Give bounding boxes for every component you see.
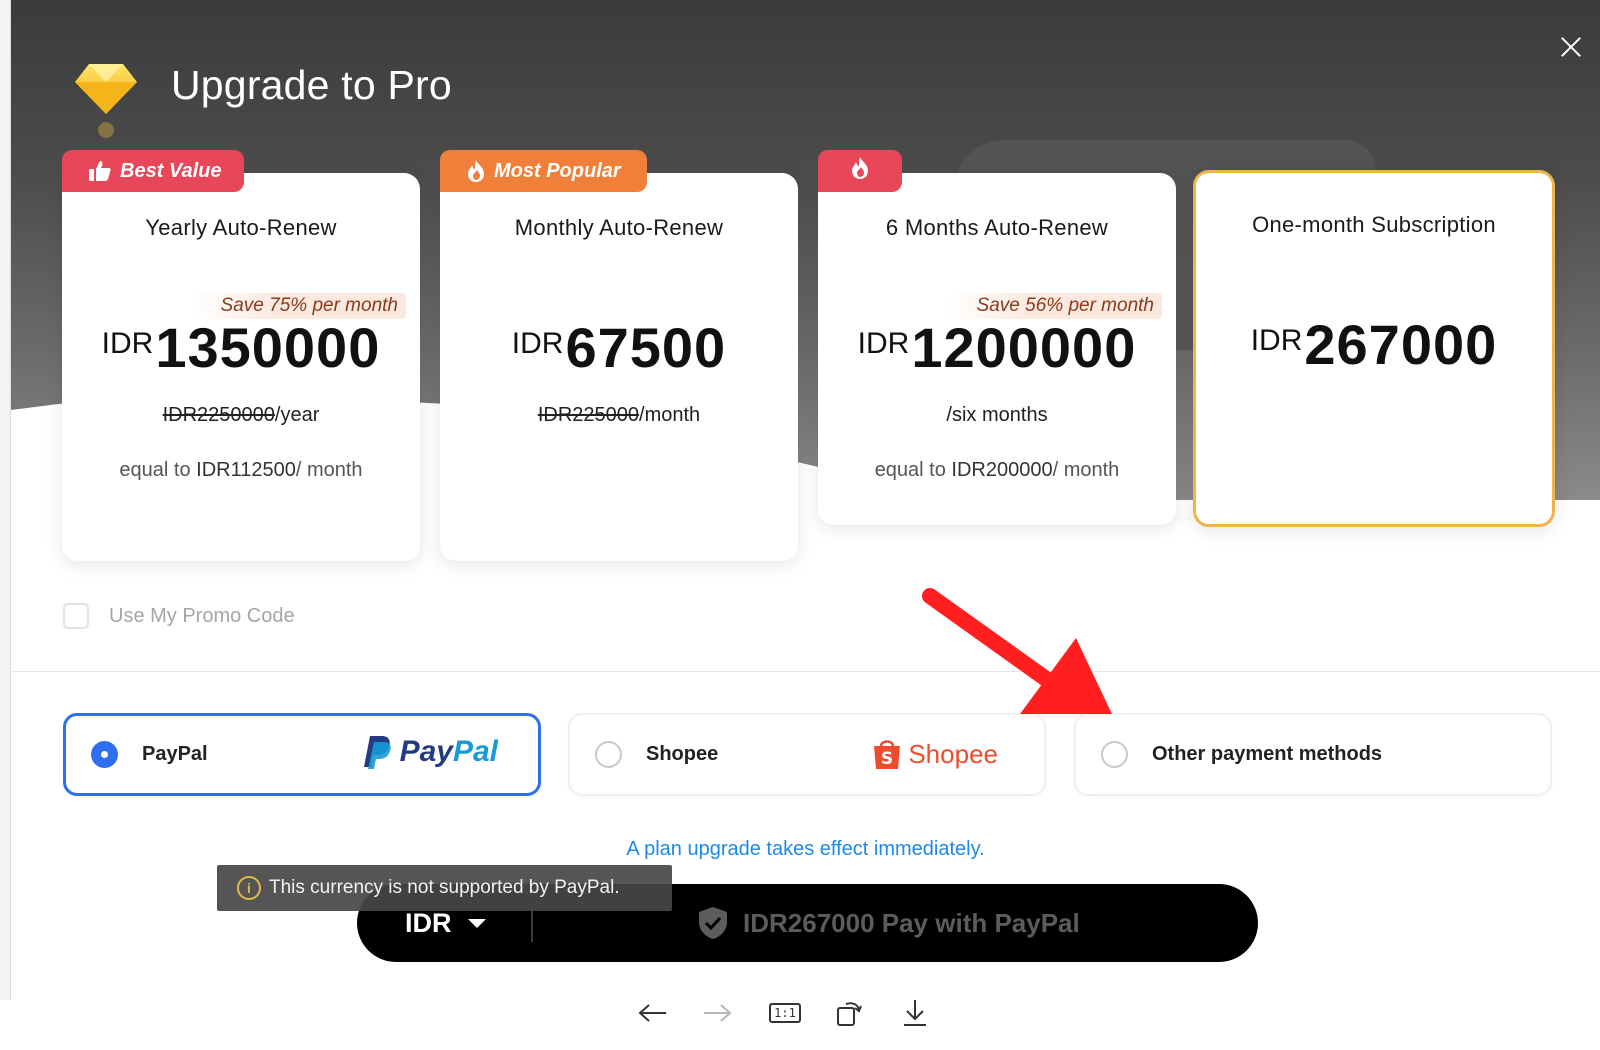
- close-icon[interactable]: [1556, 32, 1586, 62]
- shopee-wordmark: Shopee: [908, 738, 998, 769]
- price-period: /six months: [946, 404, 1048, 426]
- equal-suffix: / month: [295, 459, 363, 481]
- original-price-amount: IDR2250000: [162, 404, 275, 426]
- plan-name: 6 Months Auto-Renew: [885, 215, 1109, 240]
- pay-button[interactable]: IDR267000 Pay with PayPal: [697, 884, 1080, 962]
- plan-price: IDR1350000: [62, 315, 420, 380]
- paypal-logo: PayPal: [362, 734, 498, 770]
- price-period: /year: [274, 404, 320, 426]
- payment-option-paypal[interactable]: PayPal PayPal: [63, 713, 541, 796]
- checkbox[interactable]: [63, 603, 89, 629]
- ribbon-hot: [818, 150, 902, 192]
- arrow-left-icon[interactable]: [636, 996, 670, 1030]
- price-amount: 1350000: [155, 316, 381, 379]
- radio-unselected[interactable]: [1101, 741, 1128, 768]
- svg-text:S: S: [881, 749, 893, 769]
- plan-name: Yearly Auto-Renew: [145, 215, 337, 240]
- promo-code-label: Use My Promo Code: [109, 604, 295, 627]
- price-amount: 1200000: [911, 316, 1137, 379]
- equal-amount: IDR112500: [196, 459, 296, 481]
- flame-icon: [850, 156, 870, 186]
- annotation-arrow-icon: [922, 588, 1112, 714]
- equal-prefix: equal to: [119, 459, 197, 481]
- plan-name: One-month Subscription: [1252, 212, 1496, 237]
- payment-option-shopee[interactable]: Shopee S Shopee: [568, 713, 1046, 796]
- info-icon: i: [237, 876, 261, 900]
- promo-code-checkbox[interactable]: Use My Promo Code: [63, 603, 295, 629]
- shield-check-icon: [699, 907, 727, 939]
- diamond-icon: [75, 64, 137, 138]
- plan-card-one-month[interactable]: One-month Subscription IDR267000: [1193, 170, 1555, 527]
- price-amount: 67500: [565, 316, 727, 379]
- currency-code: IDR: [405, 907, 452, 938]
- equal-prefix: equal to: [874, 459, 952, 481]
- shopee-logo: S Shopee: [872, 737, 998, 771]
- equal-monthly: equal to IDR200000/ month: [818, 459, 1176, 482]
- plan-price: IDR1200000: [818, 315, 1176, 380]
- equal-suffix: / month: [1052, 459, 1120, 481]
- price-currency: IDR: [101, 327, 154, 360]
- paypal-wordmark: PayPal: [399, 735, 498, 768]
- radio-unselected[interactable]: [595, 741, 622, 768]
- divider: [11, 671, 1600, 672]
- thumbs-up-icon: [88, 160, 112, 182]
- radio-selected[interactable]: [91, 741, 118, 768]
- price-period: /month: [639, 404, 701, 426]
- plan-price: IDR67500: [440, 315, 798, 380]
- screenshot: Upgrade to Pro Best Value Most Popular Y…: [0, 0, 1600, 1050]
- price-currency: IDR: [511, 327, 564, 360]
- payment-name: Other payment methods: [1152, 743, 1383, 765]
- equal-monthly: equal to IDR112500/ month: [62, 459, 420, 482]
- pay-button-label: IDR267000 Pay with PayPal: [743, 907, 1080, 938]
- separator: [531, 906, 533, 942]
- rotate-icon[interactable]: [832, 996, 866, 1030]
- flame-icon: [466, 159, 486, 183]
- caret-down-icon: [467, 918, 486, 928]
- tooltip-text: This currency is not supported by PayPal…: [269, 877, 620, 898]
- upgrade-modal: Upgrade to Pro Best Value Most Popular Y…: [11, 0, 1600, 1000]
- payment-name: Shopee: [646, 743, 719, 765]
- download-icon[interactable]: [898, 996, 932, 1030]
- paypal-logo-icon: [363, 736, 391, 769]
- plan-card-monthly[interactable]: Monthly Auto-Renew IDR67500 IDR225000/mo…: [440, 173, 798, 561]
- price-currency: IDR: [1250, 324, 1303, 357]
- equal-amount: IDR200000: [951, 459, 1053, 481]
- upgrade-notice: A plan upgrade takes effect immediately.: [626, 838, 985, 860]
- plan-card-six-months[interactable]: 6 Months Auto-Renew Save 56% per month I…: [818, 173, 1176, 525]
- background-app-edge: [0, 0, 11, 1000]
- currency-tooltip: i This currency is not supported by PayP…: [217, 865, 672, 911]
- shopee-bag-icon: S: [874, 740, 901, 769]
- ribbon-most-popular: Most Popular: [440, 150, 647, 192]
- arrow-right-icon[interactable]: [700, 996, 734, 1030]
- ribbon-best-value: Best Value: [62, 150, 244, 192]
- actual-size-icon[interactable]: 1:1: [768, 996, 802, 1030]
- actual-size-label: 1:1: [769, 1003, 801, 1023]
- ribbon-label: Most Popular: [494, 159, 621, 182]
- original-price: IDR225000/month: [440, 404, 798, 427]
- original-price: IDR2250000/year: [62, 404, 420, 427]
- modal-title: Upgrade to Pro: [171, 62, 452, 108]
- plan-name: Monthly Auto-Renew: [514, 215, 724, 240]
- payment-name: PayPal: [142, 743, 208, 765]
- price-currency: IDR: [857, 327, 910, 360]
- original-price-amount: IDR225000: [537, 404, 640, 426]
- ribbon-label: Best Value: [120, 159, 222, 182]
- price-amount: 267000: [1304, 313, 1498, 376]
- payment-option-other[interactable]: Other payment methods: [1074, 713, 1552, 796]
- plan-card-yearly[interactable]: Yearly Auto-Renew Save 75% per month IDR…: [62, 173, 420, 561]
- plan-price: IDR267000: [1196, 312, 1552, 377]
